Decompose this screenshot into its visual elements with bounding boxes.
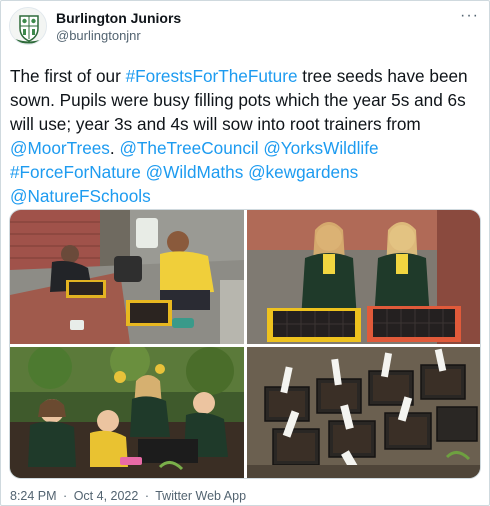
photo-labelled-pots[interactable]	[247, 347, 480, 478]
tweet-card: Burlington Juniors @burlingtonjnr ··· Th…	[0, 0, 490, 506]
separator-dot: ·	[63, 489, 68, 503]
hashtag-link[interactable]: #ForceForNature	[10, 162, 141, 182]
more-options-icon[interactable]: ···	[460, 7, 479, 25]
photo-pupils-filling-trays[interactable]	[10, 210, 244, 344]
account-name[interactable]: Burlington Juniors	[56, 10, 181, 26]
tweet-text: The first of our #ForestsForTheFuture tr…	[10, 64, 480, 208]
hashtag-link[interactable]: #ForestsForTheFuture	[126, 66, 298, 86]
account-handle[interactable]: @burlingtonjnr	[56, 28, 141, 43]
mention-link[interactable]: @kewgardens	[248, 162, 358, 182]
mention-link[interactable]: @NatureFSchools	[10, 186, 151, 206]
photo-girls-holding-trays[interactable]	[247, 210, 480, 344]
mention-link[interactable]: @MoorTrees	[10, 138, 110, 158]
tweet-meta: 8:24 PM · Oct 4, 2022 · Twitter Web App	[10, 489, 249, 503]
mention-link[interactable]: @TheTreeCouncil	[119, 138, 258, 158]
mention-link[interactable]: @YorksWildlife	[263, 138, 378, 158]
mention-link[interactable]: @WildMaths	[146, 162, 244, 182]
tweet-time[interactable]: 8:24 PM	[10, 489, 57, 503]
school-logo-avatar[interactable]	[9, 7, 47, 45]
photo-grid	[9, 209, 481, 479]
tweet-date[interactable]: Oct 4, 2022	[74, 489, 139, 503]
photo-pupils-in-garden[interactable]	[10, 347, 244, 478]
tweet-source[interactable]: Twitter Web App	[155, 489, 246, 503]
separator-dot: ·	[144, 489, 149, 503]
tweet-text-part: The first of our	[10, 66, 126, 86]
